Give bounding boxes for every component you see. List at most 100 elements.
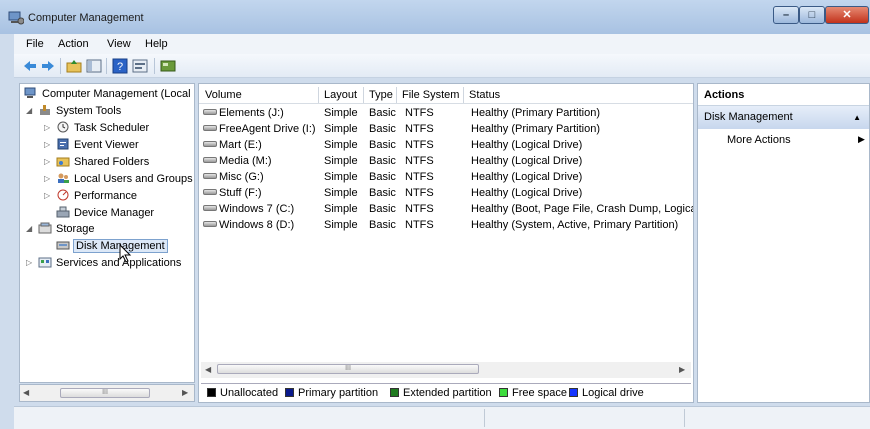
tree-item-performance[interactable]: ▷ Performance — [44, 188, 137, 204]
tree-item-device-manager[interactable]: Device Manager — [56, 205, 154, 221]
tree-item-storage[interactable]: ◢ Storage — [26, 221, 95, 237]
minimize-button[interactable]: – — [773, 6, 799, 24]
tree-label: Task Scheduler — [74, 122, 150, 134]
toolbar: ? — [14, 54, 870, 78]
table-row[interactable]: Misc (G:) Simple Basic NTFS Healthy (Log… — [199, 169, 693, 185]
cell-file-system: NTFS — [405, 219, 434, 231]
table-row[interactable]: Mart (E:) Simple Basic NTFS Healthy (Log… — [199, 137, 693, 153]
expand-arrow-icon[interactable]: ▷ — [26, 255, 36, 271]
table-row[interactable]: FreeAgent Drive (I:) Simple Basic NTFS H… — [199, 121, 693, 137]
expand-arrow-icon[interactable]: ▷ — [44, 120, 54, 136]
tree-item-local-users-groups[interactable]: ▷ Local Users and Groups — [44, 171, 193, 187]
column-header-status[interactable]: Status — [465, 87, 693, 103]
column-header-layout[interactable]: Layout — [320, 87, 364, 103]
cell-status: Healthy (Logical Drive) — [471, 187, 583, 199]
menu-bar: File Action View Help — [14, 34, 870, 54]
scrollbar-thumb[interactable]: III — [60, 388, 150, 398]
collapse-arrow-icon[interactable]: ◢ — [26, 221, 36, 237]
title-bar[interactable]: Computer Management – □ ✕ — [0, 0, 870, 34]
table-horizontal-scrollbar[interactable]: ◀ III ▶ — [201, 362, 691, 378]
up-folder-icon[interactable] — [66, 58, 82, 74]
cell-volume: Windows 7 (C:) — [203, 201, 320, 217]
tree-item-services-applications[interactable]: ▷ Services and Applications — [26, 255, 181, 271]
legend-label: Logical drive — [582, 387, 644, 399]
scroll-left-arrow-icon[interactable]: ◀ — [205, 365, 211, 374]
tree-item-task-scheduler[interactable]: ▷ Task Scheduler — [44, 120, 150, 136]
menu-action[interactable]: Action — [58, 38, 89, 50]
forward-arrow-icon[interactable] — [40, 58, 56, 74]
legend-label: Primary partition — [298, 387, 379, 399]
menu-file[interactable]: File — [26, 38, 44, 50]
window-title: Computer Management — [28, 12, 144, 24]
drive-icon — [203, 157, 217, 163]
status-cell — [684, 409, 870, 427]
column-header-file-system[interactable]: File System — [398, 87, 464, 103]
table-row[interactable]: Windows 7 (C:) Simple Basic NTFS Healthy… — [199, 201, 693, 217]
table-row[interactable]: Stuff (F:) Simple Basic NTFS Healthy (Lo… — [199, 185, 693, 201]
cell-status: Healthy (Primary Partition) — [471, 107, 600, 119]
tools-icon — [40, 105, 50, 115]
volume-name: Windows 7 (C:) — [219, 203, 295, 215]
volume-name: FreeAgent Drive (I:) — [219, 123, 316, 135]
expand-arrow-icon[interactable]: ▷ — [44, 171, 54, 187]
back-arrow-icon[interactable] — [22, 58, 38, 74]
actions-section-disk-management[interactable]: Disk Management ▲ — [698, 106, 869, 129]
legend-label: Free space — [512, 387, 568, 399]
scrollbar-thumb[interactable]: III — [217, 364, 479, 374]
cell-layout: Simple — [324, 203, 358, 215]
menu-view[interactable]: View — [107, 38, 131, 50]
tree-horizontal-scrollbar[interactable]: ◀ III ▶ — [19, 384, 195, 402]
tree-item-shared-folders[interactable]: ▷ Shared Folders — [44, 154, 149, 170]
users-icon — [58, 173, 69, 183]
cell-status: Healthy (Logical Drive) — [471, 139, 583, 151]
maximize-button[interactable]: □ — [799, 6, 825, 24]
scroll-right-arrow-icon[interactable]: ▶ — [679, 365, 685, 374]
cell-type: Basic — [369, 155, 396, 167]
actions-header: Actions — [698, 84, 869, 106]
legend-label: Extended partition — [403, 387, 492, 399]
cell-layout: Simple — [324, 107, 358, 119]
tree-item-event-viewer[interactable]: ▷ Event Viewer — [44, 137, 139, 153]
expand-arrow-icon[interactable]: ▷ — [44, 154, 54, 170]
table-row[interactable]: Elements (J:) Simple Basic NTFS Healthy … — [199, 105, 693, 121]
collapse-arrow-icon[interactable]: ◢ — [26, 103, 36, 119]
legend-free-space: Free space — [499, 387, 567, 399]
volume-name: Windows 8 (D:) — [219, 219, 295, 231]
tree-item-computer-management[interactable]: Computer Management (Local — [24, 86, 191, 102]
column-header-type[interactable]: Type — [365, 87, 397, 103]
more-actions-item[interactable]: More Actions — [727, 132, 791, 148]
status-bar — [14, 406, 870, 429]
cell-type: Basic — [369, 123, 396, 135]
submenu-arrow-icon[interactable]: ▶ — [858, 134, 865, 145]
show-hide-tree-icon[interactable] — [86, 58, 102, 74]
cell-file-system: NTFS — [405, 203, 434, 215]
cell-file-system: NTFS — [405, 123, 434, 135]
menu-help[interactable]: Help — [145, 38, 168, 50]
table-row[interactable]: Windows 8 (D:) Simple Basic NTFS Healthy… — [199, 217, 693, 233]
expand-arrow-icon[interactable]: ▷ — [44, 137, 54, 153]
scroll-right-arrow-icon[interactable]: ▶ — [182, 388, 188, 397]
tree-label: Local Users and Groups — [74, 173, 193, 185]
cell-layout: Simple — [324, 123, 358, 135]
tree-item-system-tools[interactable]: ◢ System Tools — [26, 103, 122, 119]
close-button[interactable]: ✕ — [825, 6, 869, 24]
cell-volume: Windows 8 (D:) — [203, 217, 320, 233]
tree-item-disk-management[interactable]: Disk Management — [56, 238, 168, 254]
properties-icon[interactable] — [132, 58, 148, 74]
svg-text:?: ? — [117, 61, 123, 73]
cell-type: Basic — [369, 139, 396, 151]
help-icon[interactable]: ? — [112, 58, 128, 74]
clock-icon — [57, 121, 69, 133]
legend-swatch — [390, 388, 399, 397]
column-header-volume[interactable]: Volume — [201, 87, 319, 103]
legend-label: Unallocated — [220, 387, 279, 399]
expand-arrow-icon[interactable]: ▷ — [44, 188, 54, 204]
scroll-left-arrow-icon[interactable]: ◀ — [23, 388, 29, 397]
table-row[interactable]: Media (M:) Simple Basic NTFS Healthy (Lo… — [199, 153, 693, 169]
collapse-caret-icon[interactable]: ▲ — [853, 106, 861, 129]
tree-label: Storage — [56, 223, 95, 235]
cell-type: Basic — [369, 187, 396, 199]
cell-file-system: NTFS — [405, 171, 434, 183]
tree-label: System Tools — [56, 105, 122, 117]
console-icon[interactable] — [160, 58, 176, 74]
